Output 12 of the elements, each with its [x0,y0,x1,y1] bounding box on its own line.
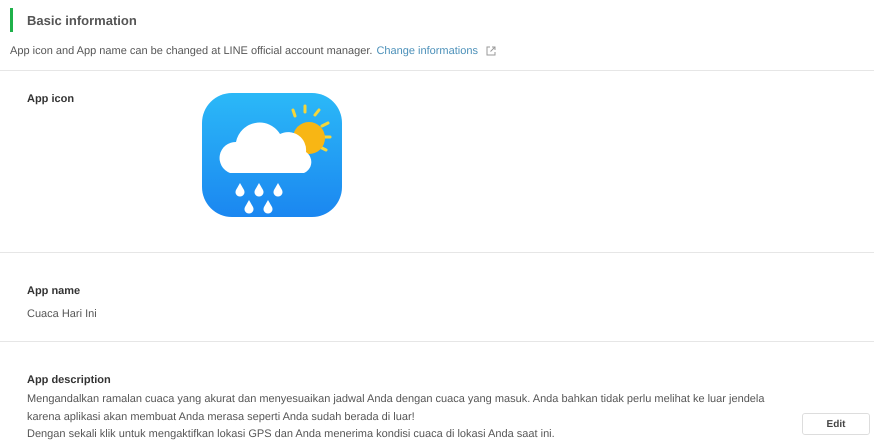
field-value: Cuaca Hari Ini [27,308,98,322]
accent-bar [10,8,13,32]
external-link-icon [486,46,496,56]
field-label: App name [27,285,82,297]
field-label: App description [27,374,112,386]
edit-button[interactable]: Edit [802,413,870,435]
description-text: Mengandalkan ramalan cuaca yang akurat dan menyesuaikan jadwal Anda dengan cuaca yang masuk. Anda bahkan tidak perlu melihat ke luar jendela karena aplikasi akan membuat Anda merasa seperti Anda sudah berada di luar! Dengan sekali klik untuk mengaktifkan lokasi GPS dan Anda menerima kondisi cuaca di lokasi Anda saat ini. [27,392,766,441]
change-informations-link[interactable]: Change informations [376,45,478,57]
field-label: App icon [27,93,76,107]
app-icon [202,93,342,217]
info-text: App icon and App name can be changed at LINE official account manager. [10,45,372,57]
section-title: Basic information [27,12,137,28]
